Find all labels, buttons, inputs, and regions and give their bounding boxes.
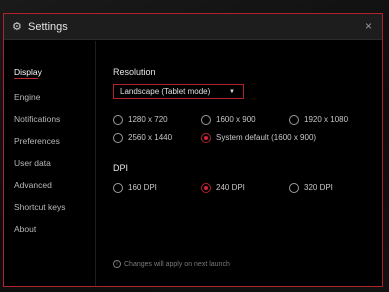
radio-icon [289,183,299,193]
radio-selected-icon [201,183,211,193]
orientation-dropdown-value: Landscape (Tablet mode) [120,87,211,96]
radio-icon [113,133,123,143]
radio-selected-icon [201,133,211,143]
radio-icon [201,115,211,125]
dpi-option-label: 240 DPI [216,183,245,192]
dpi-option-label: 160 DPI [128,183,157,192]
window-title: Settings [28,21,68,33]
active-tab-indicator [14,78,38,79]
resolution-option-label: 2560 x 1440 [128,133,173,142]
sidebar-item-display[interactable]: Display [14,67,42,78]
settings-window: ⚙ Settings × Display Engine Notification… [3,13,383,287]
resolution-option-label: System default (1600 x 900) [216,133,317,142]
resolution-option-label: 1600 x 900 [216,115,256,124]
sidebar: Display Engine Notifications Preferences… [4,41,96,286]
gear-icon: ⚙ [12,21,22,33]
sidebar-item-notifications[interactable]: Notifications [14,114,60,125]
restart-note: i Changes will apply on next launch [113,260,230,269]
dpi-heading: DPI [113,163,129,173]
resolution-option-label: 1920 x 1080 [304,115,349,124]
sidebar-item-about[interactable]: About [14,224,36,235]
radio-icon [113,115,123,125]
sidebar-item-user-data[interactable]: User data [14,158,51,169]
orientation-dropdown[interactable]: Landscape (Tablet mode) ▼ [113,84,244,99]
display-settings-panel: Resolution Landscape (Tablet mode) ▼ 128… [97,41,382,286]
info-icon: i [113,260,121,269]
radio-icon [113,183,123,193]
resolution-option-label: 1280 x 720 [128,115,168,124]
resolution-heading: Resolution [113,67,156,77]
sidebar-item-engine[interactable]: Engine [14,92,40,103]
sidebar-item-advanced[interactable]: Advanced [14,180,52,191]
caret-down-icon: ▼ [229,89,235,95]
sidebar-item-shortcut-keys[interactable]: Shortcut keys [14,202,66,213]
restart-note-text: Changes will apply on next launch [124,261,230,268]
dpi-option-label: 320 DPI [304,183,333,192]
radio-icon [289,115,299,125]
close-button[interactable]: × [365,19,372,33]
title-bar: ⚙ Settings × [4,14,382,40]
sidebar-item-preferences[interactable]: Preferences [14,136,60,147]
